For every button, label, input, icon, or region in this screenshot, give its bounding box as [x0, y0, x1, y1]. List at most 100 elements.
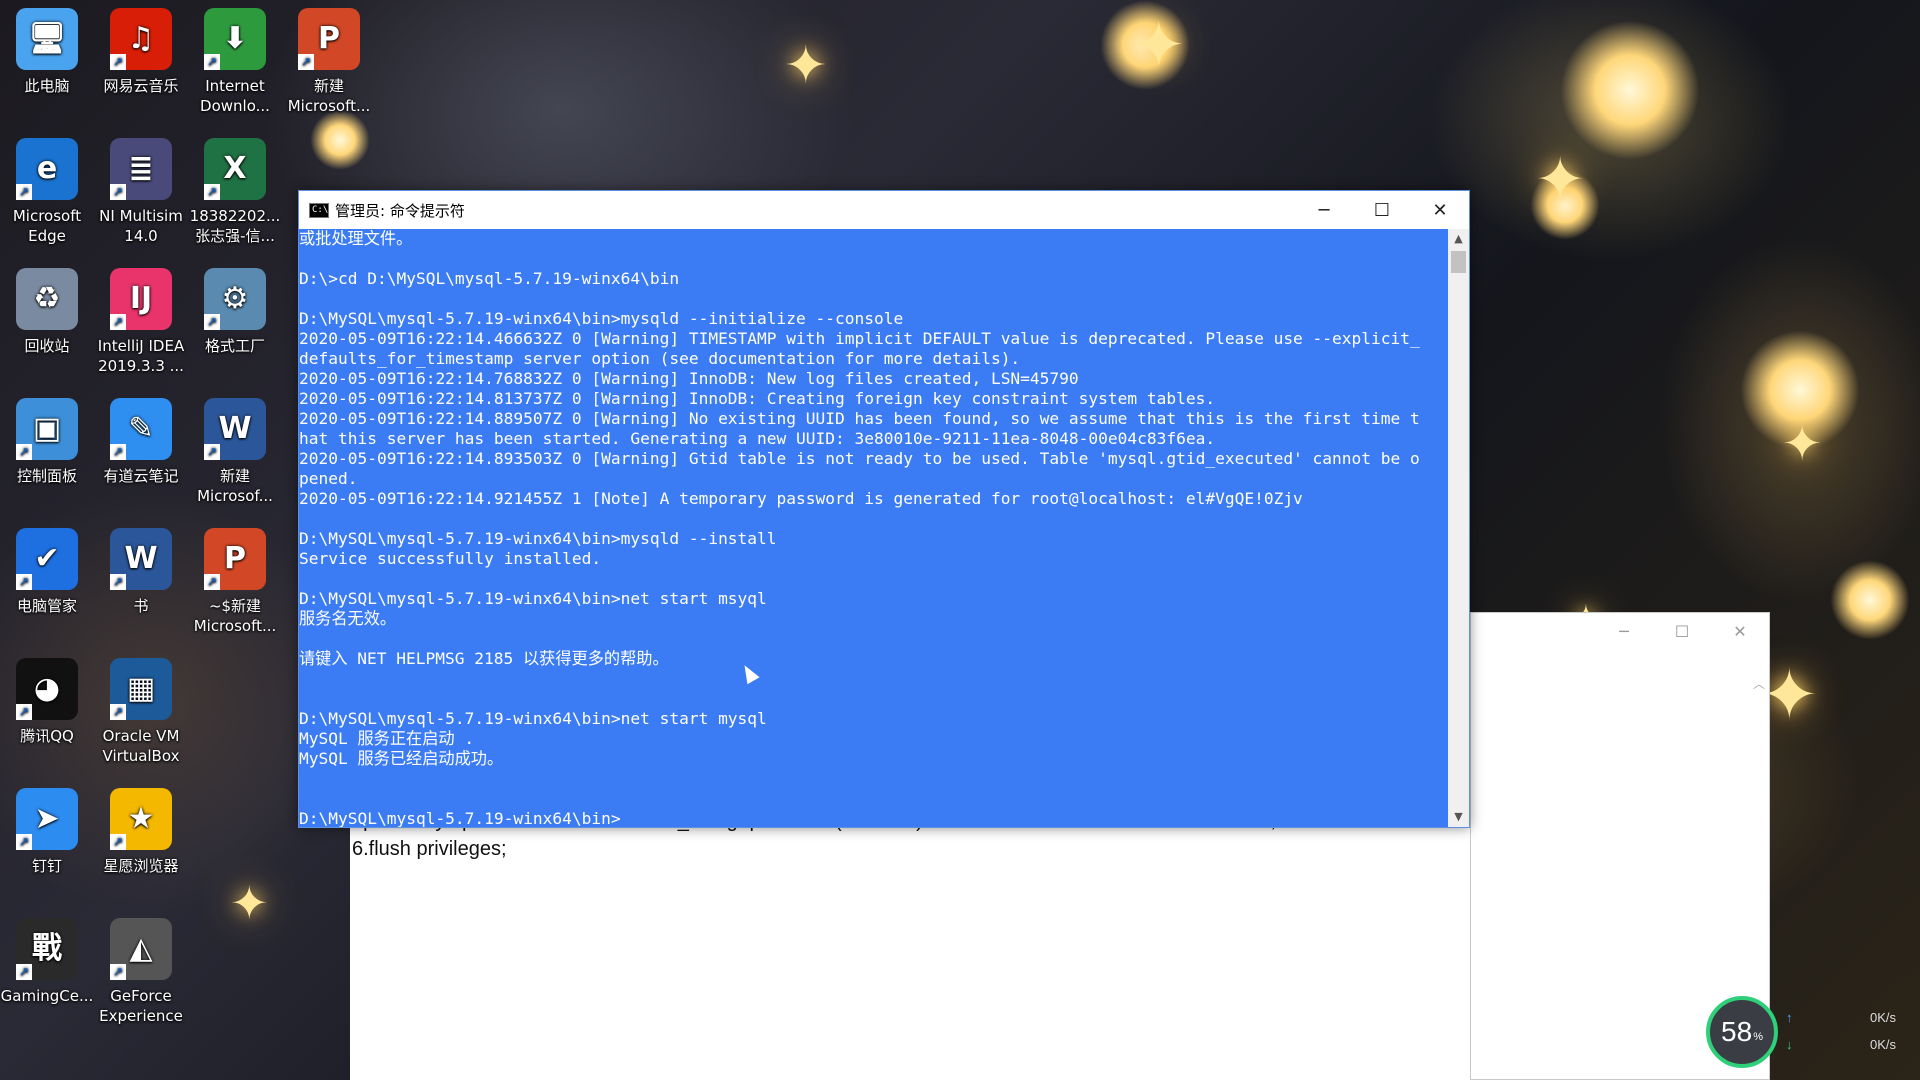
- computer-icon: 🖥: [16, 8, 78, 70]
- usage-percent: 58: [1721, 1016, 1753, 1047]
- desktop-icon[interactable]: X ↗ 18382202... 张志强-信...: [188, 138, 282, 246]
- desktop-icon-label: 新建 Microsof...: [197, 467, 273, 505]
- maximize-icon[interactable]: ☐: [1653, 613, 1711, 649]
- minimize-icon[interactable]: ─: [1595, 613, 1653, 649]
- cmd-scrollbar[interactable]: ▲ ▼: [1448, 229, 1469, 827]
- desktop-icon[interactable]: ★ ↗ 星愿浏览器: [94, 788, 188, 876]
- shortcut-arrow-icon: ↗: [110, 704, 126, 720]
- desktop-icon[interactable]: ♻ 回收站: [0, 268, 94, 356]
- console-line: 服务名无效。: [299, 609, 397, 628]
- console-line: D:\MySQL\mysql-5.7.19-winx64\bin>net sta…: [299, 709, 767, 728]
- desktop-icon-label: 新建 Microsoft...: [287, 77, 371, 115]
- upload-speed-value: 0K/s: [1869, 1010, 1896, 1025]
- desktop-icon-label: 控制面板: [16, 467, 77, 485]
- cmd-window-controls: ─ ☐ ✕: [1295, 191, 1469, 229]
- cmd-window[interactable]: C:\ 管理员: 命令提示符 ─ ☐ ✕ 或批处理文件。 D:\>cd D:\My…: [298, 190, 1470, 828]
- desktop-icon[interactable]: ≣ ↗ NI Multisim 14.0: [94, 138, 188, 246]
- desktop-icon-label: 18382202... 张志强-信...: [189, 207, 281, 245]
- cmd-console-output[interactable]: 或批处理文件。 D:\>cd D:\MySQL\mysql-5.7.19-winx…: [299, 229, 1449, 827]
- cmd-titlebar[interactable]: C:\ 管理员: 命令提示符 ─ ☐ ✕: [299, 191, 1469, 229]
- console-line: 2020-05-09T16:22:14.889507Z 0 [Warning] …: [299, 409, 1420, 428]
- desktop-icon-label: GamingCe...: [0, 987, 94, 1005]
- console-line: 请键入 NET HELPMSG 2185 以获得更多的帮助。: [299, 649, 669, 668]
- desktop-icon-label: 电脑管家: [16, 597, 77, 615]
- console-line: MySQL 服务正在启动 .: [299, 729, 475, 748]
- desktop-icon[interactable]: W ↗ 新建 Microsof...: [188, 398, 282, 506]
- shortcut-arrow-icon: ↗: [204, 54, 220, 70]
- shortcut-arrow-icon: ↗: [298, 54, 314, 70]
- desktop-icon[interactable]: ◭ ↗ GeForce Experience: [94, 918, 188, 1026]
- scroll-up-icon[interactable]: ︿: [1753, 675, 1765, 692]
- cmd-window-title: 管理员: 命令提示符: [335, 201, 465, 220]
- desktop-icon-label: 书: [133, 597, 149, 615]
- close-icon[interactable]: ✕: [1711, 613, 1769, 649]
- desktop-icon[interactable]: P ↗ ~$新建 Microsoft...: [188, 528, 282, 636]
- netease-music-icon: ♫ ↗: [110, 8, 172, 70]
- edge-icon: e ↗: [16, 138, 78, 200]
- desktop-icon-label: ~$新建 Microsoft...: [193, 597, 277, 635]
- memory-usage-widget[interactable]: 58%: [1706, 996, 1778, 1068]
- console-line: 2020-05-09T16:22:14.466632Z 0 [Warning] …: [299, 329, 1420, 348]
- desktop-icon-label: Oracle VM VirtualBox: [102, 727, 180, 765]
- desktop-icon[interactable]: P ↗ 新建 Microsoft...: [282, 8, 376, 116]
- scroll-down-arrow-icon[interactable]: ▼: [1448, 807, 1469, 827]
- shortcut-arrow-icon: ↗: [204, 444, 220, 460]
- word-icon: W ↗: [204, 398, 266, 460]
- desktop-icon[interactable]: 戰 ↗ GamingCe...: [0, 918, 94, 1006]
- desktop-icon[interactable]: 🖥 此电脑: [0, 8, 94, 96]
- download-arrow-icon: ↓: [1786, 1037, 1793, 1052]
- desktop-icon[interactable]: ▣ ↗ 控制面板: [0, 398, 94, 486]
- desktop-icon[interactable]: ⚙ ↗ 格式工厂: [188, 268, 282, 356]
- multisim-icon: ≣ ↗: [110, 138, 172, 200]
- document-line-flush[interactable]: 6.flush privileges;: [352, 838, 507, 861]
- desktop-icon-label: GeForce Experience: [99, 987, 183, 1025]
- wallpaper-sparkle: [310, 110, 370, 170]
- download-speed: ↓ 0K/s: [1786, 1037, 1896, 1052]
- shortcut-arrow-icon: ↗: [16, 574, 32, 590]
- excel-icon: X ↗: [204, 138, 266, 200]
- star-browser-icon: ★ ↗: [110, 788, 172, 850]
- word-doc-icon: W ↗: [110, 528, 172, 590]
- desktop-icon[interactable]: ➤ ↗ 钉钉: [0, 788, 94, 876]
- shortcut-arrow-icon: ↗: [110, 964, 126, 980]
- star-icon: ✦: [230, 876, 269, 930]
- shortcut-arrow-icon: ↗: [16, 834, 32, 850]
- shortcut-arrow-icon: ↗: [16, 184, 32, 200]
- download-speed-value: 0K/s: [1869, 1037, 1896, 1052]
- console-line: D:\>cd D:\MySQL\mysql-5.7.19-winx64\bin: [299, 269, 680, 288]
- console-line: 2020-05-09T16:22:14.893503Z 0 [Warning] …: [299, 449, 1420, 468]
- desktop-icon[interactable]: ◕ ↗ 腾讯QQ: [0, 658, 94, 746]
- shortcut-arrow-icon: ↗: [110, 444, 126, 460]
- close-icon[interactable]: ✕: [1411, 191, 1469, 229]
- desktop-icon[interactable]: W ↗ 书: [94, 528, 188, 616]
- desktop-icon[interactable]: e ↗ Microsoft Edge: [0, 138, 94, 246]
- desktop-icon[interactable]: ♫ ↗ 网易云音乐: [94, 8, 188, 96]
- star-icon: ✦: [1782, 416, 1823, 472]
- desktop-icon-label: NI Multisim 14.0: [99, 207, 183, 245]
- shortcut-arrow-icon: ↗: [204, 574, 220, 590]
- youdao-note-icon: ✎ ↗: [110, 398, 172, 460]
- scroll-up-arrow-icon[interactable]: ▲: [1448, 229, 1469, 249]
- wallpaper-sparkle: [1560, 20, 1700, 160]
- console-line: defaults_for_timestamp server option (se…: [299, 349, 1021, 368]
- console-line: Service successfully installed.: [299, 549, 602, 568]
- idm-icon: ⬇ ↗: [204, 8, 266, 70]
- minimize-icon[interactable]: ─: [1295, 191, 1353, 229]
- desktop-icon[interactable]: IJ ↗ IntelliJ IDEA 2019.3.3 ...: [94, 268, 188, 376]
- scrollbar-thumb[interactable]: [1451, 251, 1466, 273]
- maximize-icon[interactable]: ☐: [1353, 191, 1411, 229]
- recycle-bin-icon: ♻: [16, 268, 78, 330]
- wallpaper-sparkle: [1830, 560, 1910, 640]
- desktop-icon-label: 有道云笔记: [103, 467, 179, 485]
- desktop-icon[interactable]: ✔ ↗ 电脑管家: [0, 528, 94, 616]
- desktop-icon[interactable]: ⬇ ↗ Internet Downlo...: [188, 8, 282, 116]
- desktop-icon[interactable]: ✎ ↗ 有道云笔记: [94, 398, 188, 486]
- shortcut-arrow-icon: ↗: [204, 184, 220, 200]
- desktop-icon[interactable]: ▦ ↗ Oracle VM VirtualBox: [94, 658, 188, 766]
